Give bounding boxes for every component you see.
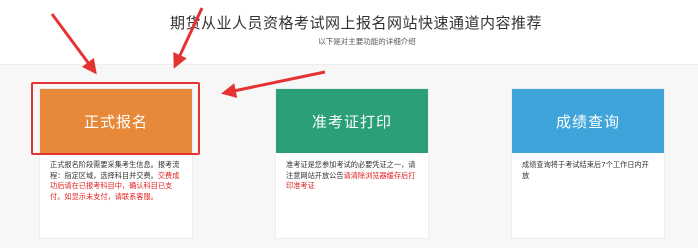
highlight-box xyxy=(31,82,200,155)
page-header: 期货从业人员资格考试网上报名网站快速通道内容推荐 以下是对主要功能的详细介绍 xyxy=(0,0,698,64)
page-title: 期货从业人员资格考试网上报名网站快速通道内容推荐 xyxy=(169,14,542,32)
score-query-description: 成绩查询将于考试结束后7个工作日内开放 xyxy=(512,153,664,181)
page-subtitle: 以下是对主要功能的详细介绍 xyxy=(318,37,416,46)
registration-description: 正式报名阶段需要采集考生信息。报考流程：指定区域，选择科目并交费。交费成功后请在… xyxy=(40,153,192,202)
card-admission-ticket: 准考证打印 准考证是您参加考试的必要凭证之一，请注意网站开放公告请清除浏览器缓存… xyxy=(275,88,429,239)
score-query-button[interactable]: 成绩查询 xyxy=(512,89,664,153)
card-score-query: 成绩查询 成绩查询将于考试结束后7个工作日内开放 xyxy=(511,88,665,239)
admission-ticket-button[interactable]: 准考证打印 xyxy=(276,89,428,153)
admission-ticket-description: 准考证是您参加考试的必要凭证之一，请注意网站开放公告请清除浏览器缓存后打印准考证 xyxy=(276,153,428,192)
score-query-desc-text: 成绩查询将于考试结束后7个工作日内开放 xyxy=(522,160,649,180)
